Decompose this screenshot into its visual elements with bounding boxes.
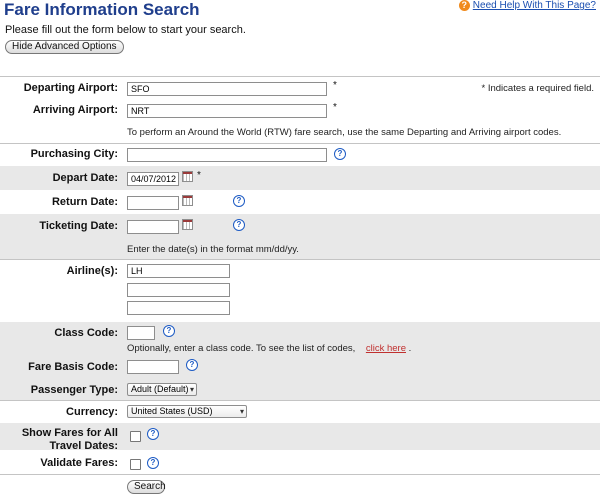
search-button[interactable]: Search bbox=[127, 480, 166, 494]
validate-fares-checkbox[interactable] bbox=[130, 459, 141, 470]
calendar-icon[interactable] bbox=[182, 171, 193, 182]
depart-date-input[interactable]: 04/07/2012 bbox=[127, 172, 179, 186]
required-note: * Indicates a required field. bbox=[482, 83, 595, 94]
passenger-type-label: Passenger Type: bbox=[30, 384, 118, 396]
help-icon[interactable]: ? bbox=[458, 0, 470, 11]
help-question-icon[interactable]: ? bbox=[163, 325, 175, 337]
currency-select[interactable]: United States (USD) ▾ bbox=[127, 405, 247, 418]
help-question-icon[interactable]: ? bbox=[186, 359, 198, 371]
ticketing-date-input[interactable] bbox=[127, 220, 179, 234]
need-help-link[interactable]: Need Help With This Page? bbox=[473, 0, 596, 11]
chevron-down-icon: ▾ bbox=[239, 407, 244, 416]
fare-basis-input[interactable] bbox=[127, 360, 179, 374]
help-question-icon[interactable]: ? bbox=[147, 457, 159, 469]
date-format-note: Enter the date(s) in the format mm/dd/yy… bbox=[127, 244, 299, 255]
help-question-icon[interactable]: ? bbox=[334, 148, 346, 160]
show-fares-label-line2: Travel Dates: bbox=[49, 440, 118, 452]
show-fares-label-line1: Show Fares for All bbox=[21, 427, 118, 439]
airline-input-2[interactable] bbox=[127, 283, 230, 297]
ticketing-date-label: Ticketing Date: bbox=[39, 220, 118, 232]
class-code-input[interactable] bbox=[127, 326, 155, 340]
divider bbox=[0, 400, 600, 401]
purchasing-city-input[interactable] bbox=[127, 148, 327, 162]
validate-fares-label: Validate Fares: bbox=[40, 457, 118, 469]
airlines-label: Airline(s): bbox=[66, 265, 118, 277]
help-question-icon[interactable]: ? bbox=[233, 219, 245, 231]
click-here-link[interactable]: click here bbox=[366, 343, 406, 354]
class-code-label: Class Code: bbox=[54, 327, 118, 339]
return-date-input[interactable] bbox=[127, 196, 179, 210]
return-date-label: Return Date: bbox=[51, 196, 118, 208]
required-mark: * bbox=[197, 170, 201, 181]
class-code-note-text: Optionally, enter a class code. To see t… bbox=[127, 343, 356, 354]
divider bbox=[0, 474, 600, 475]
arriving-airport-label: Arriving Airport: bbox=[32, 104, 118, 116]
chevron-down-icon: ▾ bbox=[189, 385, 194, 394]
show-fares-checkbox[interactable] bbox=[130, 431, 141, 442]
required-note-text: Indicates a required field. bbox=[487, 83, 594, 94]
calendar-icon[interactable] bbox=[182, 219, 193, 230]
currency-value: United States (USD) bbox=[131, 406, 213, 416]
class-code-note-end: . bbox=[408, 343, 412, 354]
divider bbox=[0, 259, 600, 260]
depart-date-label: Depart Date: bbox=[52, 172, 118, 184]
help-link-container: ? Need Help With This Page? bbox=[458, 0, 596, 11]
currency-label: Currency: bbox=[66, 406, 118, 418]
departing-airport-label: Departing Airport: bbox=[23, 82, 118, 94]
airline-input-3[interactable] bbox=[127, 301, 230, 315]
arriving-airport-input[interactable]: NRT bbox=[127, 104, 327, 118]
passenger-type-value: Adult (Default) bbox=[131, 384, 189, 394]
help-question-icon[interactable]: ? bbox=[147, 428, 159, 440]
calendar-icon[interactable] bbox=[182, 195, 193, 206]
required-mark: * bbox=[481, 83, 486, 94]
help-question-icon[interactable]: ? bbox=[233, 195, 245, 207]
class-code-note: Optionally, enter a class code. To see t… bbox=[127, 343, 411, 354]
required-mark: * bbox=[333, 102, 337, 113]
page-title: Fare Information Search bbox=[4, 0, 200, 19]
passenger-type-select[interactable]: Adult (Default) ▾ bbox=[127, 383, 197, 396]
airline-input-1[interactable]: LH bbox=[127, 264, 230, 278]
required-mark: * bbox=[333, 80, 337, 91]
departing-airport-input[interactable]: SFO bbox=[127, 82, 327, 96]
rtw-note: To perform an Around the World (RTW) far… bbox=[127, 127, 562, 138]
purchasing-city-label: Purchasing City: bbox=[30, 148, 118, 160]
divider bbox=[0, 143, 600, 144]
hide-advanced-options-button[interactable]: Hide Advanced Options bbox=[5, 40, 124, 54]
show-fares-label: Show Fares for All Travel Dates: bbox=[0, 427, 118, 453]
intro-text: Please fill out the form below to start … bbox=[5, 24, 246, 36]
divider bbox=[0, 76, 600, 77]
fare-basis-label: Fare Basis Code: bbox=[28, 361, 118, 373]
